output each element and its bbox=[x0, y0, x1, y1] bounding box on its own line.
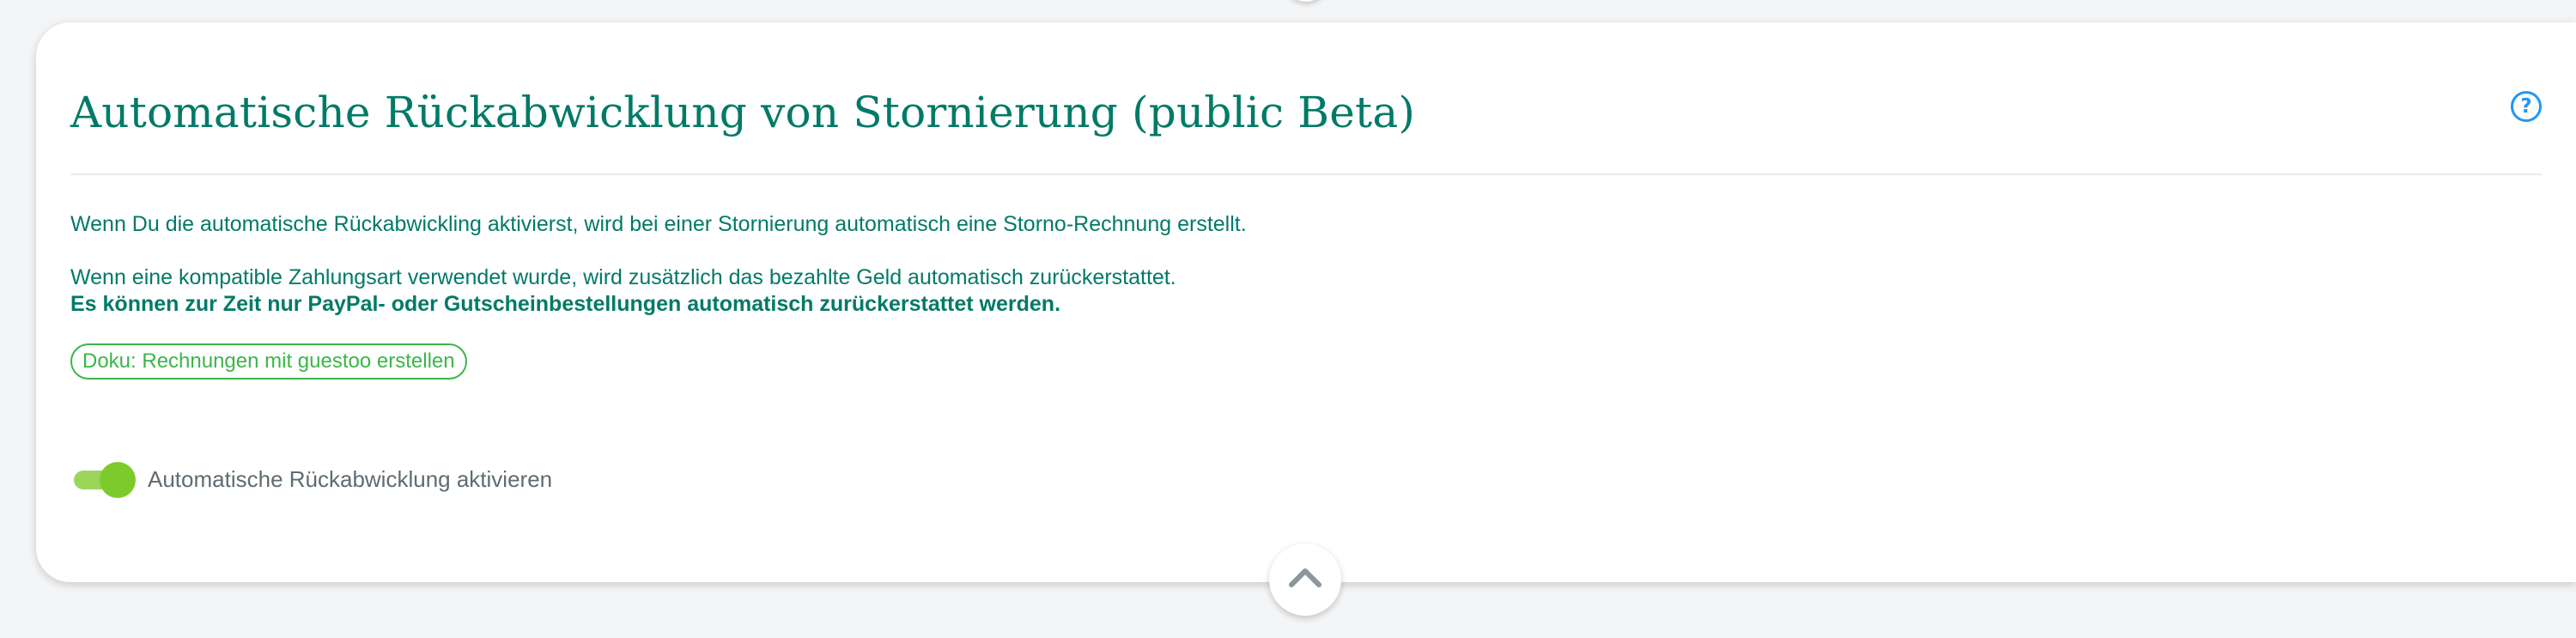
description-paragraph-bold: Es können zur Zeit nur PayPal- oder Guts… bbox=[70, 292, 1061, 316]
toggle-thumb bbox=[100, 462, 136, 498]
description-paragraph-2: Wenn eine kompatible Zahlungsart verwend… bbox=[70, 265, 1176, 289]
previous-card-collapse-button[interactable] bbox=[1284, 0, 1328, 2]
question-circle-icon[interactable]: ? bbox=[2511, 91, 2542, 122]
card-title: Automatische Rückabwicklung von Stornier… bbox=[70, 88, 1416, 137]
card-header: Automatische Rückabwicklung von Stornier… bbox=[70, 62, 2542, 175]
auto-reversal-toggle[interactable] bbox=[74, 460, 136, 498]
collapse-card-button[interactable] bbox=[1269, 544, 1341, 616]
auto-reversal-toggle-row: Automatische Rückabwicklung aktivieren bbox=[74, 460, 552, 498]
documentation-link[interactable]: Doku: Rechnungen mit guestoo erstellen bbox=[70, 343, 467, 380]
cancellation-reversal-card: Automatische Rückabwicklung von Stornier… bbox=[36, 22, 2576, 582]
page: Automatische Rückabwicklung von Stornier… bbox=[0, 0, 2576, 638]
description-paragraph-1: Wenn Du die automatische Rückabwickling … bbox=[70, 212, 1247, 236]
chevron-up-icon bbox=[1289, 568, 1321, 587]
auto-reversal-toggle-label[interactable]: Automatische Rückabwicklung aktivieren bbox=[148, 466, 552, 493]
